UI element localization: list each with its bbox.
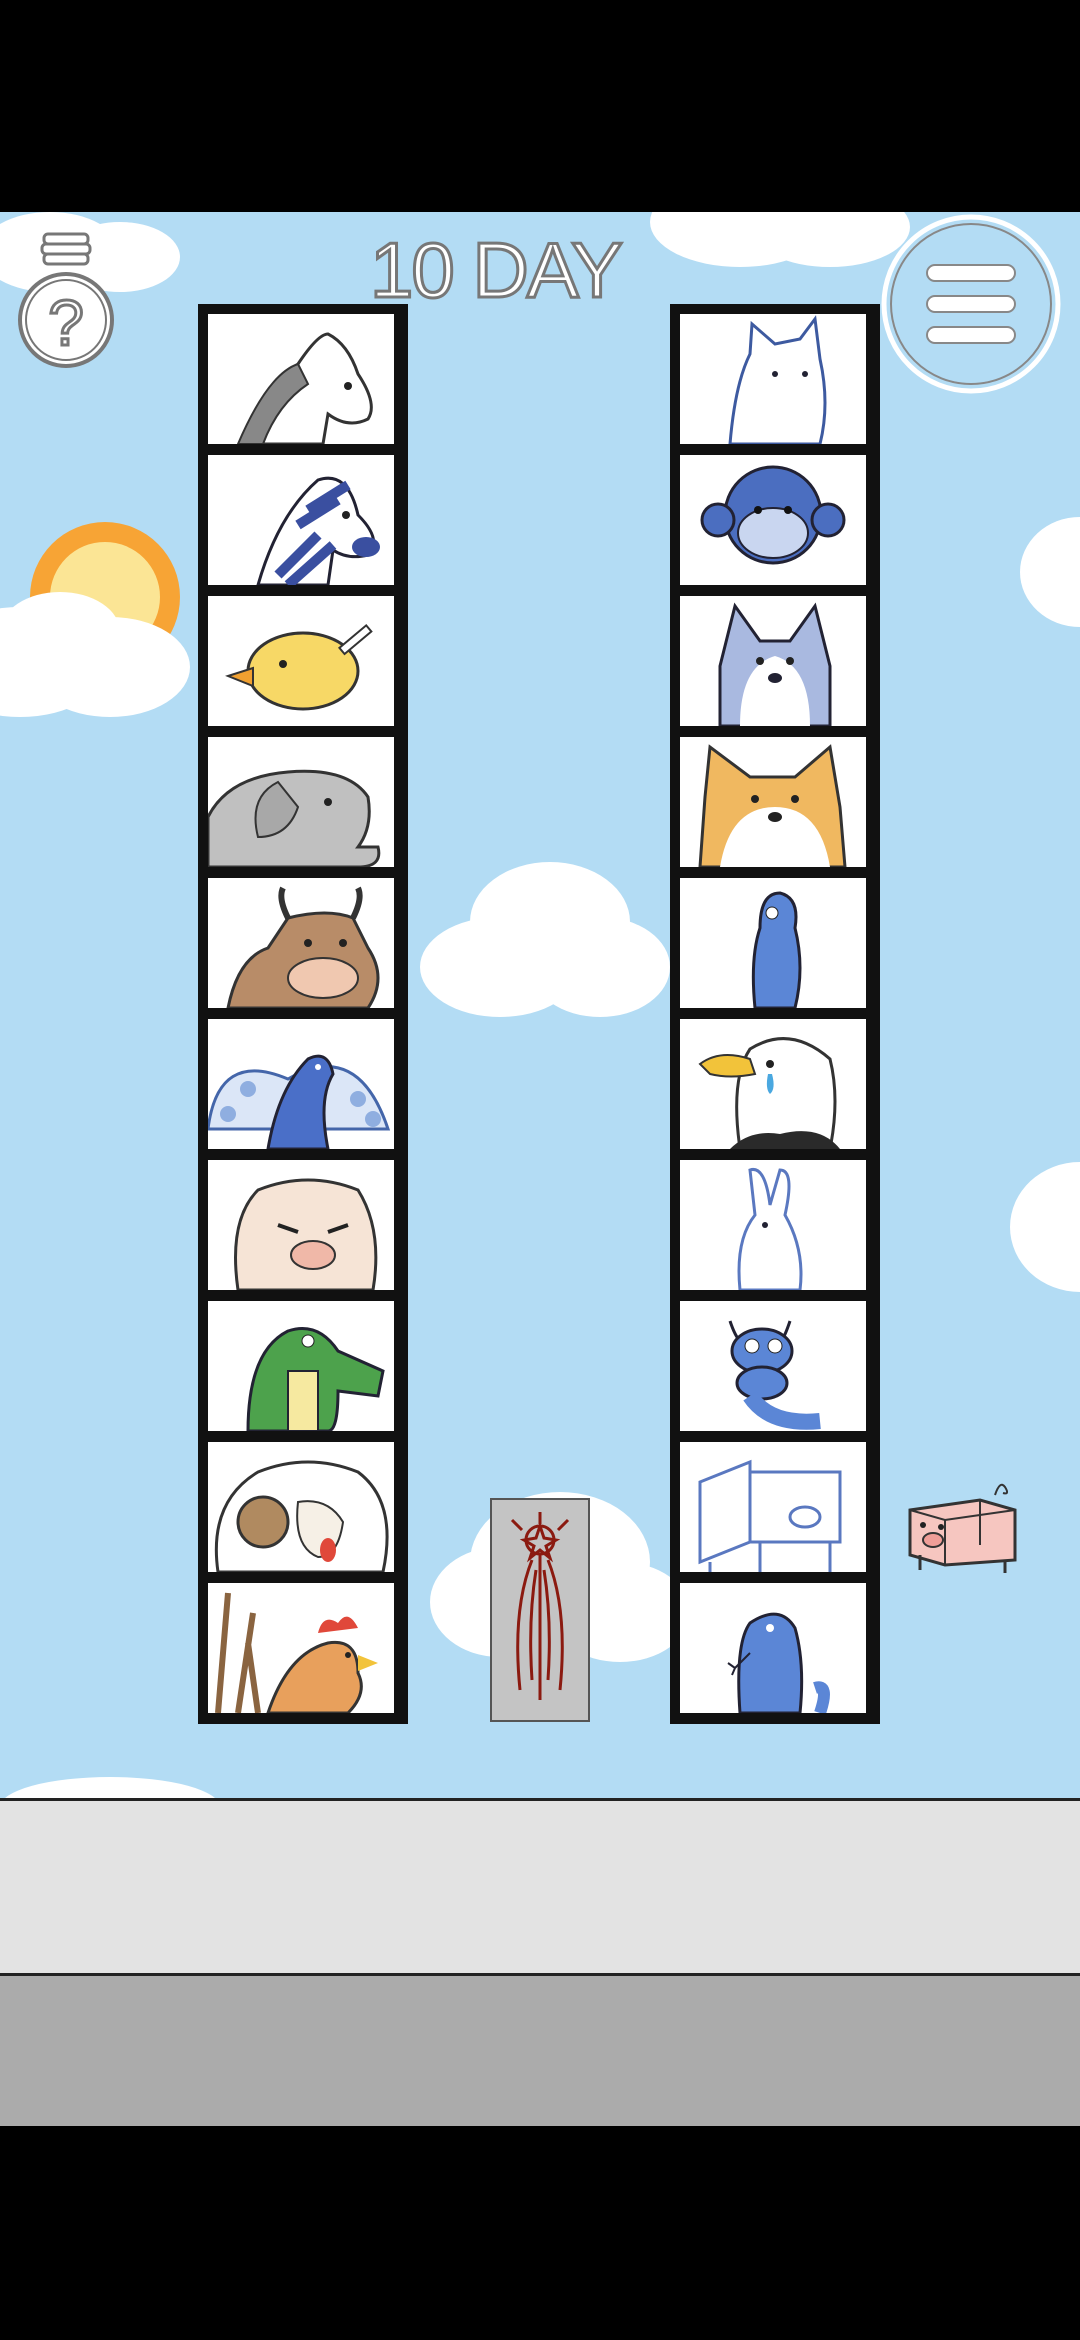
tile-husky[interactable] <box>680 596 866 726</box>
cloud <box>420 862 670 1017</box>
svg-text:?: ? <box>48 287 84 359</box>
tile-caterpillar[interactable] <box>680 1301 866 1431</box>
pig-cart-small-icon <box>908 1483 1017 1573</box>
tile-rooster[interactable] <box>208 1583 394 1713</box>
floor-upper <box>0 1798 1080 1976</box>
ox-icon <box>226 886 380 1008</box>
cloud <box>0 592 190 717</box>
zebra-icon <box>256 476 380 585</box>
sheep-icon <box>214 1460 389 1572</box>
hamburger-menu-icon <box>881 214 1061 394</box>
monkey-icon <box>700 465 846 565</box>
hint-button[interactable]: ? <box>14 230 118 380</box>
day-label: DAY <box>471 225 625 316</box>
tile-cat[interactable] <box>680 314 866 444</box>
tile-elephant[interactable] <box>208 737 394 867</box>
corgi-icon <box>698 744 847 867</box>
pig-cart-small[interactable] <box>905 1475 1025 1575</box>
tile-horse[interactable] <box>208 314 394 444</box>
husky-icon <box>718 602 832 726</box>
talisman-scroll[interactable] <box>490 1498 590 1722</box>
caterpillar-icon <box>728 1320 821 1430</box>
cloud <box>650 212 910 267</box>
tile-crocodile[interactable] <box>208 1301 394 1431</box>
talisman-seal-icon <box>510 1512 570 1700</box>
peacock-icon <box>208 1054 391 1149</box>
alien-creature-icon <box>751 891 802 1008</box>
floor-lower <box>0 1976 1080 2126</box>
pig-cart-icon <box>698 1459 842 1572</box>
horse-icon <box>236 332 373 444</box>
tile-alien-creature[interactable] <box>680 878 866 1008</box>
tile-peacock[interactable] <box>208 1019 394 1149</box>
lightbulb-question-icon: ? <box>18 232 114 368</box>
tile-snake[interactable] <box>680 1583 866 1713</box>
tile-rabbit[interactable] <box>680 1160 866 1290</box>
left-animal-column <box>198 304 408 1724</box>
menu-button[interactable] <box>880 213 1062 395</box>
tile-pig-cart[interactable] <box>680 1442 866 1572</box>
tile-corgi[interactable] <box>680 737 866 867</box>
cloud <box>5 1777 215 1798</box>
tile-eagle[interactable] <box>680 1019 866 1149</box>
tile-monkey[interactable] <box>680 455 866 585</box>
tile-zebra[interactable] <box>208 455 394 585</box>
tile-sheep[interactable] <box>208 1442 394 1572</box>
rooster-icon <box>215 1592 378 1713</box>
crocodile-icon <box>246 1327 385 1431</box>
tile-ox[interactable] <box>208 878 394 1008</box>
eagle-icon <box>698 1037 840 1149</box>
cloud <box>1020 517 1080 627</box>
pig-icon <box>234 1178 378 1290</box>
cat-icon <box>728 315 827 444</box>
rabbit-icon <box>737 1167 803 1290</box>
cloud <box>1010 1162 1080 1292</box>
tile-chick[interactable] <box>208 596 394 726</box>
day-number: 10 <box>369 225 457 316</box>
day-title: 10 DAY <box>369 225 670 316</box>
elephant-icon <box>208 769 381 867</box>
right-animal-column <box>670 304 880 1724</box>
chick-icon <box>225 623 373 711</box>
snake-icon <box>727 1612 830 1713</box>
tile-pig[interactable] <box>208 1160 394 1290</box>
